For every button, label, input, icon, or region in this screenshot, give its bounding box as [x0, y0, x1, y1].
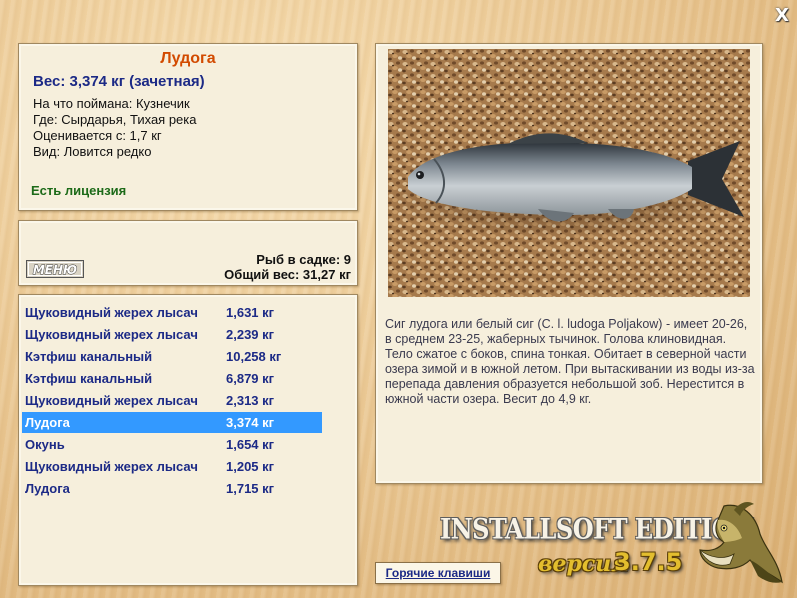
- fish-name: Кэтфиш канальный: [25, 371, 153, 386]
- fish-name: Лудога: [25, 481, 70, 496]
- fish-weight-cell: 1,715 кг: [226, 481, 275, 496]
- species-note-text: Вид: Ловится редко: [33, 144, 152, 159]
- fish-name: Окунь: [25, 437, 65, 452]
- fish-weight-cell: 3,374 кг: [226, 415, 275, 430]
- license-status: Есть лицензия: [31, 183, 127, 198]
- fish-weight-cell: 1,631 кг: [226, 305, 275, 320]
- total-weight: Общий вес: 31,27 кг: [224, 267, 351, 282]
- fish-name: Щуковидный жерех лысач: [25, 459, 198, 474]
- fish-name: Щуковидный жерех лысач: [25, 393, 198, 408]
- location-text: Где: Сырдарья, Тихая река: [33, 112, 197, 127]
- fish-weight-cell: 2,313 кг: [226, 393, 275, 408]
- fish-weight-cell: 6,879 кг: [226, 371, 275, 386]
- catch-info-panel: Лудога Вес: 3,374 кг (зачетная) На что п…: [18, 43, 358, 211]
- list-item[interactable]: Окунь 1,654 кг: [22, 434, 322, 455]
- list-item[interactable]: Лудога 1,715 кг: [22, 478, 322, 499]
- list-item[interactable]: Щуковидный жерех лысач 2,313 кг: [22, 390, 322, 411]
- list-item[interactable]: Щуковидный жерех лысач 1,631 кг: [22, 302, 322, 323]
- menu-button-label: МЕНЮ: [33, 263, 77, 277]
- fish-description: Сиг лудога или белый сиг (C. l. ludoga P…: [385, 317, 755, 406]
- valued-from-text: Оценивается с: 1,7 кг: [33, 128, 162, 143]
- fish-weight-cell: 1,654 кг: [226, 437, 275, 452]
- fish-name: Кэтфиш канальный: [25, 349, 153, 364]
- fish-photo: [388, 49, 750, 297]
- fish-name: Лудога: [25, 415, 70, 430]
- fish-weight-cell: 2,239 кг: [226, 327, 275, 342]
- menu-button[interactable]: МЕНЮ: [26, 260, 84, 278]
- list-item-selected[interactable]: Лудога 3,374 кг: [22, 412, 322, 433]
- close-icon[interactable]: X: [772, 6, 792, 26]
- fish-weight-cell: 10,258 кг: [226, 349, 282, 364]
- list-item[interactable]: Кэтфиш канальный 10,258 кг: [22, 346, 322, 367]
- fish-photo-image: [388, 49, 750, 297]
- fish-photo-panel: Сиг лудога или белый сиг (C. l. ludoga P…: [375, 43, 763, 484]
- version-number: 3.7.5: [614, 548, 683, 576]
- fish-count: Рыб в садке: 9: [256, 252, 351, 267]
- fish-name: Щуковидный жерех лысач: [25, 305, 198, 320]
- fish-title: Лудога: [160, 50, 216, 67]
- pike-logo-icon: [699, 502, 783, 584]
- fish-weight-cell: 1,205 кг: [226, 459, 275, 474]
- list-item[interactable]: Кэтфиш канальный 6,879 кг: [22, 368, 322, 389]
- fish-weight: Вес: 3,374 кг (зачетная): [33, 73, 205, 90]
- list-item[interactable]: Щуковидный жерех лысач 2,239 кг: [22, 324, 322, 345]
- keepnet-panel: МЕНЮ Рыб в садке: 9 Общий вес: 31,27 кг: [18, 220, 358, 286]
- bait-text: На что поймана: Кузнечик: [33, 96, 190, 111]
- fish-name: Щуковидный жерех лысач: [25, 327, 198, 342]
- hotkeys-button[interactable]: Горячие клавиши: [375, 562, 501, 584]
- list-item[interactable]: Щуковидный жерех лысач 1,205 кг: [22, 456, 322, 477]
- fish-list: Щуковидный жерех лысач 1,631 кг Щуковидны…: [18, 294, 358, 586]
